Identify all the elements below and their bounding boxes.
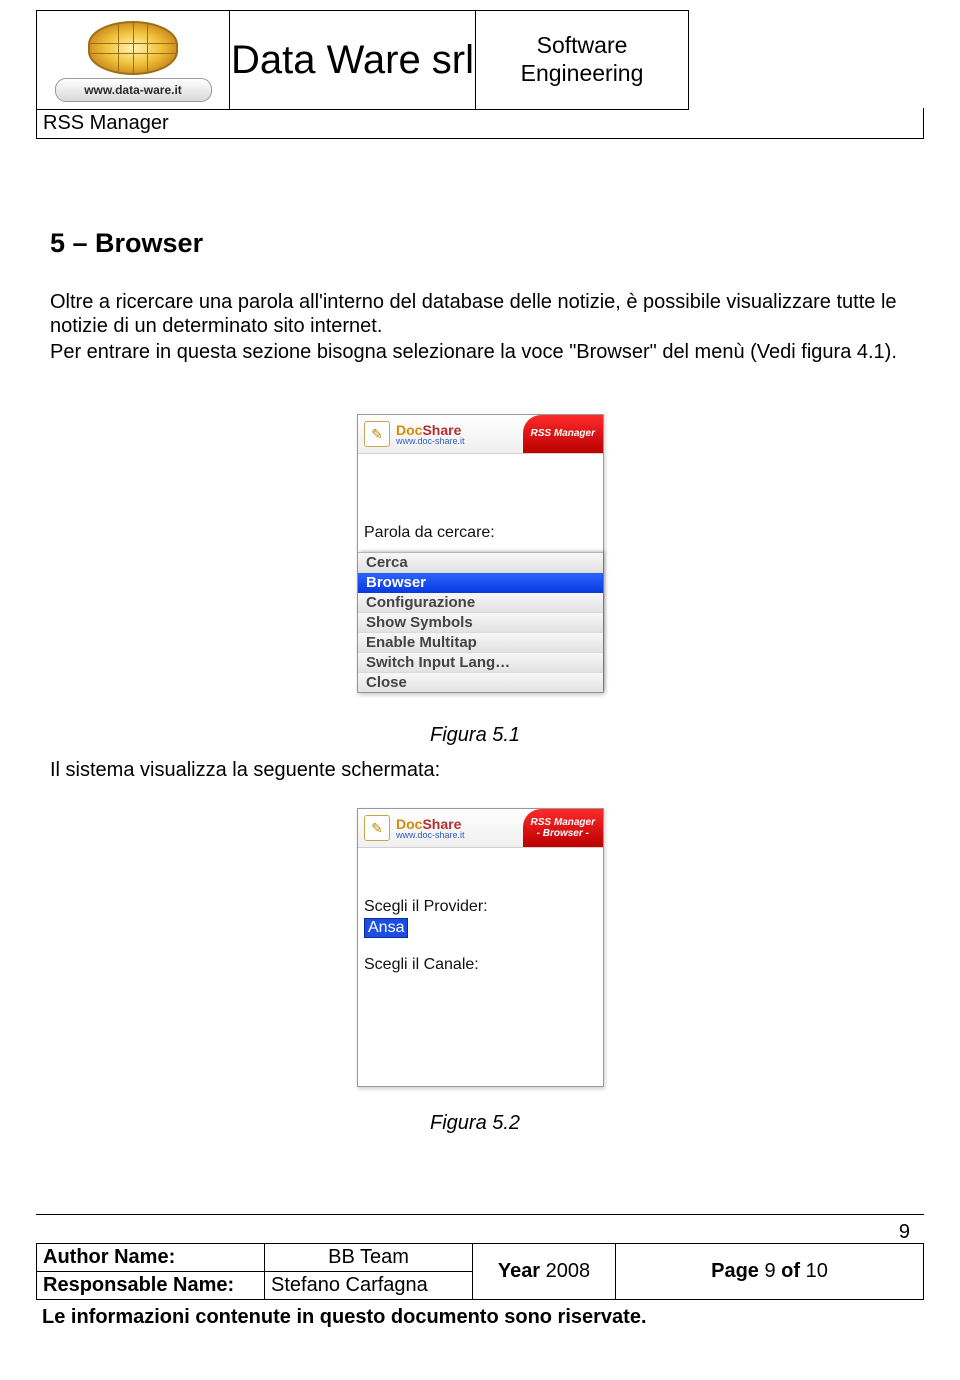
docshare-icon: ✎ [364, 421, 390, 447]
red-tab-2-line2: - Browser - [537, 828, 589, 840]
company-title: Data Ware srl [230, 11, 476, 110]
product-name: RSS Manager [43, 112, 169, 135]
docshare-sub-2: www.doc-share.it [396, 831, 465, 840]
docshare-sub: www.doc-share.it [396, 437, 465, 446]
search-label: Parola da cercare: [364, 524, 495, 542]
page-number-top: 9 [899, 1221, 910, 1244]
menu-item-enable-multitap[interactable]: Enable Multitap [358, 633, 603, 653]
phone-titlebar-1: ✎ DocShare www.doc-share.it RSS Manager [358, 415, 603, 454]
responsable-value: Stefano Carfagna [265, 1272, 473, 1300]
menu-item-cerca[interactable]: Cerca [358, 553, 603, 573]
logo-cell: www.data-ware.it [37, 11, 230, 110]
provider-value[interactable]: Ansa [364, 918, 408, 938]
section-heading: 5 – Browser [50, 228, 203, 259]
page-of: of [781, 1260, 800, 1282]
menu-item-close[interactable]: Close [358, 673, 603, 692]
footer-divider [36, 1214, 924, 1215]
menu-item-switch-input-lang[interactable]: Switch Input Lang… [358, 653, 603, 673]
menu-item-show-symbols[interactable]: Show Symbols [358, 613, 603, 633]
phone-frame-2: ✎ DocShare www.doc-share.it RSS Manager … [357, 808, 604, 1087]
provider-label: Scegli il Provider: [364, 898, 488, 916]
page-cell: Page 9 of 10 [616, 1244, 924, 1300]
phone-body-1: Parola da cercare: Cerca Browser Configu… [358, 454, 603, 692]
docshare-text: DocShare www.doc-share.it [396, 423, 465, 446]
responsable-label: Responsable Name: [37, 1272, 265, 1300]
context-menu: Cerca Browser Configurazione Show Symbol… [358, 552, 603, 692]
paragraph-2: Per entrare in questa sezione bisogna se… [50, 340, 910, 364]
phone-titlebar-2: ✎ DocShare www.doc-share.it RSS Manager … [358, 809, 603, 848]
product-name-row: RSS Manager [36, 108, 924, 139]
red-tab-1: RSS Manager [523, 415, 603, 453]
paragraph-after-fig1: Il sistema visualizza la seguente scherm… [50, 759, 910, 782]
menu-item-configurazione[interactable]: Configurazione [358, 593, 603, 613]
figure-5-2-caption: Figura 5.2 [430, 1112, 520, 1135]
docshare-icon-2: ✎ [364, 815, 390, 841]
page-total: 10 [806, 1260, 828, 1282]
logo-url: www.data-ware.it [55, 78, 212, 102]
page-label: Page [711, 1260, 759, 1282]
red-tab-2-line1: RSS Manager [531, 817, 595, 829]
red-tab-2: RSS Manager - Browser - [523, 809, 603, 847]
engineering-word: Engineering [521, 60, 644, 86]
phone-frame-1: ✎ DocShare www.doc-share.it RSS Manager … [357, 414, 604, 693]
phone-body-2: Scegli il Provider: Ansa Scegli il Canal… [358, 848, 603, 1086]
year-label: Year [498, 1260, 540, 1282]
year-cell: Year 2008 [473, 1244, 616, 1300]
figure-5-1: ✎ DocShare www.doc-share.it RSS Manager … [357, 414, 604, 693]
figure-5-2: ✎ DocShare www.doc-share.it RSS Manager … [357, 808, 604, 1087]
footer-table: Author Name: BB Team Year 2008 Page 9 of… [36, 1243, 924, 1300]
channel-label: Scegli il Canale: [364, 956, 479, 974]
footer-rights: Le informazioni contenute in questo docu… [42, 1306, 647, 1329]
software-engineering-cell: Software Engineering [476, 11, 689, 110]
year-value: 2008 [546, 1260, 591, 1282]
software-word: Software [537, 32, 628, 58]
red-tab-1-line1: RSS Manager [531, 428, 595, 440]
author-label: Author Name: [37, 1244, 265, 1272]
menu-item-browser[interactable]: Browser [358, 573, 603, 593]
doc-header-table: www.data-ware.it Data Ware srl Software … [36, 10, 689, 110]
globe-icon [88, 21, 178, 75]
docshare-text-2: DocShare www.doc-share.it [396, 817, 465, 840]
figure-5-1-caption: Figura 5.1 [430, 724, 520, 747]
author-value: BB Team [265, 1244, 473, 1272]
paragraph-1: Oltre a ricercare una parola all'interno… [50, 290, 910, 339]
page-value: 9 [764, 1260, 775, 1282]
